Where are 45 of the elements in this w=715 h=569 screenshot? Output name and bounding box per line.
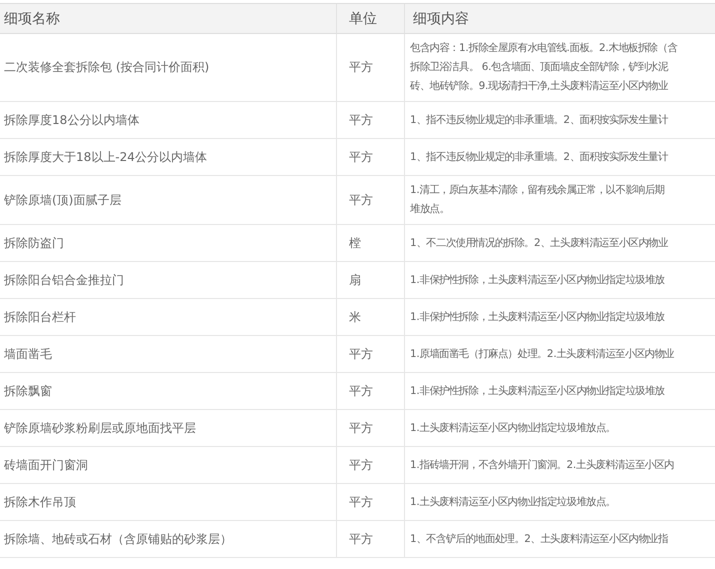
table-cell-text: 1.土头废料清运至小区内物业指定垃圾堆放点。 xyxy=(410,420,616,436)
table-cell: 平方 xyxy=(337,447,405,484)
table-cell: 铲除原墙砂浆粉刷层或原地面找平层 xyxy=(0,410,337,447)
table-cell: 拆除阳台铝合金推拉门 xyxy=(0,262,337,299)
table-cell-text: 1、指不违反物业规定的非承重墙。2、面积按实际发生量计 xyxy=(410,150,668,164)
table-cell: 米 xyxy=(337,299,405,336)
table-cell: 平方 xyxy=(337,34,405,102)
table-cell-text: 1、不二次使用情况的拆除。2、土头废料清运至小区内物业 xyxy=(410,236,668,250)
column-header: 细项内容 xyxy=(405,4,715,34)
table-cell: 拆除防盗门 xyxy=(0,225,337,262)
table-cell-text: 1、指不违反物业规定的非承重墙。2、面积按实际发生量计 xyxy=(410,112,668,128)
table-cell: 二次装修全套拆除包 (按合同计价面积) xyxy=(0,34,337,102)
table-cell: 平方 xyxy=(337,336,405,373)
table-cell: 平方 xyxy=(337,373,405,410)
table-cell: 拆除阳台栏杆 xyxy=(0,299,337,336)
table-cell: 扇 xyxy=(337,262,405,299)
table-cell: 拆除墙、地砖或石材（含原铺贴的砂浆层） xyxy=(0,521,337,558)
table-cell: 拆除厚度大于18以上-24公分以内墙体 xyxy=(0,139,337,176)
table-cell-text: 堆放点。 xyxy=(410,202,450,217)
table-cell: 樘 xyxy=(337,225,405,262)
table-cell: 铲除原墙(顶)面腻子层 xyxy=(0,176,337,225)
table-cell-text: 1.原墙面凿毛（打麻点）处理。2.土头废料清运至小区内物业 xyxy=(410,346,674,362)
table-cell-text: 1.指砖墙开洞，不含外墙开门窗洞。2.土头废料清运至小区内 xyxy=(410,458,674,472)
table-cell-text: 1.非保护性拆除，土头废料清运至小区内物业指定垃圾堆放 xyxy=(410,384,665,398)
table-cell: 平方 xyxy=(337,176,405,225)
table-cell-text: 包含内容：1.拆除全屋原有水电管线.面板。2.木地板拆除（含 xyxy=(410,41,678,56)
table-cell-text: 1.清工，原白灰基本清除，留有残余属正常，以不影响后期 xyxy=(410,183,665,198)
table-cell-text: 拆除卫浴洁具。 6.包含墙面、顶面墙皮全部铲除，铲到水泥 xyxy=(410,60,670,75)
table-cell-text: 1.非保护性拆除，土头废料清运至小区内物业指定垃圾堆放 xyxy=(410,272,665,288)
table-cell-text: 1.非保护性拆除，土头废料清运至小区内物业指定垃圾堆放 xyxy=(410,310,665,324)
table-cell: 平方 xyxy=(337,139,405,176)
table-cell-text: 1.土头废料清运至小区内物业指定垃圾堆放点。 xyxy=(410,494,616,510)
table-cell: 墙面凿毛 xyxy=(0,336,337,373)
table-cell: 拆除飘窗 xyxy=(0,373,337,410)
table-cell-text: 砖、地砖铲除。9.现场清扫干净,土头废料清运至小区内物业 xyxy=(410,79,669,94)
table-cell: 平方 xyxy=(337,521,405,558)
column-header: 细项名称 xyxy=(0,4,337,34)
table-cell-text: 1、不含铲后的地面处理。2、土头废料清运至小区内物业指 xyxy=(410,532,668,546)
table-cell: 平方 xyxy=(337,410,405,447)
table-cell: 拆除厚度18公分以内墙体 xyxy=(0,102,337,139)
table-cell: 平方 xyxy=(337,102,405,139)
table-cell: 拆除木作吊顶 xyxy=(0,484,337,521)
table-cell: 砖墙面开门窗洞 xyxy=(0,447,337,484)
column-header: 单位 xyxy=(337,4,405,34)
table-cell: 平方 xyxy=(337,484,405,521)
